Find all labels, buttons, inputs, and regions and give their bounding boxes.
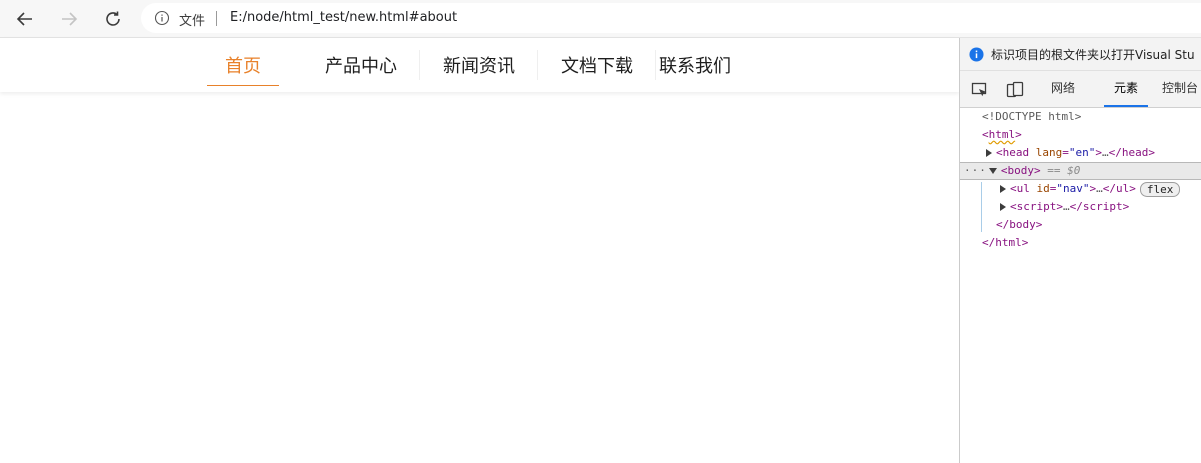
- file-scheme-label: 文件: [179, 14, 206, 29]
- bracket: >: [1122, 200, 1130, 213]
- dom-node-html-close[interactable]: </html>: [960, 234, 1201, 252]
- dom-tree: <!DOCTYPE html> <html> <head lang="en">……: [960, 108, 1201, 463]
- banner-text[interactable]: 标识项目的根文件夹以打开Visual Stu: [991, 46, 1195, 63]
- nav-item-label: 产品中心: [325, 56, 397, 77]
- attr-name: id: [1036, 182, 1050, 195]
- dom-node-doctype[interactable]: <!DOCTYPE html>: [960, 108, 1201, 126]
- tag-name: body: [1007, 164, 1035, 177]
- tag-name: head: [1121, 146, 1149, 159]
- device-emulation-icon[interactable]: [1005, 80, 1025, 100]
- reload-button[interactable]: [100, 6, 126, 32]
- dom-node-body-close[interactable]: </body>: [960, 216, 1201, 234]
- bracket: <: [1010, 182, 1017, 195]
- tag-name: ul: [1016, 182, 1030, 195]
- nav-item-label: 首页: [225, 56, 261, 77]
- inspect-element-icon[interactable]: [970, 80, 990, 100]
- arrow-right-icon: [62, 12, 78, 26]
- devtools-tabbar: 网络 元素 控制台: [960, 71, 1201, 108]
- indent-guide: [981, 182, 982, 232]
- page-viewport: 首页 产品中心 新闻资讯 文档下载 联系我们: [0, 38, 959, 463]
- closing-tag: </body>: [996, 218, 1043, 231]
- info-icon: [969, 47, 984, 62]
- more-dots-icon[interactable]: ···: [964, 164, 987, 177]
- info-icon[interactable]: [154, 10, 170, 26]
- tag-name: ul: [1116, 182, 1130, 195]
- devtools-info-banner: 标识项目的根文件夹以打开Visual Stu: [960, 38, 1201, 71]
- tag-name: script: [1016, 200, 1057, 213]
- attr-value: "en": [1068, 146, 1096, 159]
- expand-triangle-icon[interactable]: [1000, 185, 1006, 193]
- bracket: >: [1056, 200, 1063, 213]
- url-text[interactable]: E:/node/html_test/new.html#about: [230, 10, 457, 25]
- flex-badge[interactable]: flex: [1139, 181, 1181, 197]
- arrow-left-icon: [16, 12, 32, 26]
- tag-name: script: [1082, 200, 1123, 213]
- bracket: <: [982, 128, 989, 141]
- nav-item-label: 联系我们: [659, 56, 731, 77]
- tab-console[interactable]: 控制台: [1162, 71, 1198, 106]
- forward-button[interactable]: [56, 6, 82, 32]
- nav-item-label: 新闻资讯: [443, 56, 515, 77]
- attr-value: "nav": [1056, 182, 1090, 195]
- dom-node-ul[interactable]: <ul id="nav">…</ul> flex: [960, 180, 1201, 198]
- dom-node-head[interactable]: <head lang="en">…</head>: [960, 144, 1201, 162]
- bracket: >: [1095, 146, 1102, 159]
- ellipsis: …: [1102, 146, 1109, 159]
- bracket: </: [1102, 182, 1116, 195]
- expand-triangle-icon[interactable]: [986, 149, 992, 157]
- bracket: >: [1129, 182, 1136, 195]
- bracket: <: [1000, 164, 1008, 177]
- bracket: </: [1069, 200, 1083, 213]
- bracket: <: [1010, 200, 1017, 213]
- bracket: >: [1034, 164, 1041, 177]
- reload-icon: [106, 11, 120, 26]
- address-divider: [216, 11, 217, 26]
- tag-name: head: [1002, 146, 1030, 159]
- nav-item-contact[interactable]: 联系我们: [636, 38, 754, 92]
- site-nav: 首页 产品中心 新闻资讯 文档下载 联系我们: [0, 38, 959, 92]
- nav-item-home[interactable]: 首页: [184, 38, 302, 92]
- selected-marker: == $0: [1047, 164, 1081, 177]
- collapse-triangle-icon[interactable]: [988, 168, 997, 174]
- devtools-panel: 标识项目的根文件夹以打开Visual Stu 网络 元素 控制台 <!DOCTY…: [959, 38, 1201, 463]
- dom-node-html[interactable]: <html>: [960, 126, 1201, 144]
- address-bar[interactable]: 文件 E:/node/html_test/new.html#about: [141, 3, 1201, 33]
- closing-tag: </html>: [982, 236, 1029, 249]
- attr-name: lang: [1035, 146, 1063, 159]
- bracket: <: [996, 146, 1003, 159]
- nav-item-news[interactable]: 新闻资讯: [420, 38, 538, 92]
- tab-network[interactable]: 网络: [1051, 71, 1075, 106]
- ellipsis: …: [1096, 182, 1103, 195]
- bracket: </: [1108, 146, 1122, 159]
- equals: =: [1062, 146, 1069, 159]
- dom-node-body[interactable]: ··· <body> == $0: [960, 162, 1201, 180]
- bracket: >: [1015, 128, 1022, 141]
- tab-elements[interactable]: 元素: [1103, 71, 1149, 107]
- bracket: >: [1148, 146, 1155, 159]
- nav-item-products[interactable]: 产品中心: [302, 38, 420, 92]
- browser-toolbar: 文件 E:/node/html_test/new.html#about: [0, 0, 1201, 38]
- active-underline: [207, 85, 279, 86]
- tag-name: html: [988, 128, 1016, 141]
- expand-triangle-icon[interactable]: [1000, 203, 1006, 211]
- ellipsis: …: [1063, 200, 1070, 213]
- dom-node-script[interactable]: <script>…</script>: [960, 198, 1201, 216]
- doctype-text: <!DOCTYPE html>: [982, 110, 1082, 123]
- back-button[interactable]: [12, 6, 38, 32]
- nav-item-label: 文档下载: [561, 56, 633, 77]
